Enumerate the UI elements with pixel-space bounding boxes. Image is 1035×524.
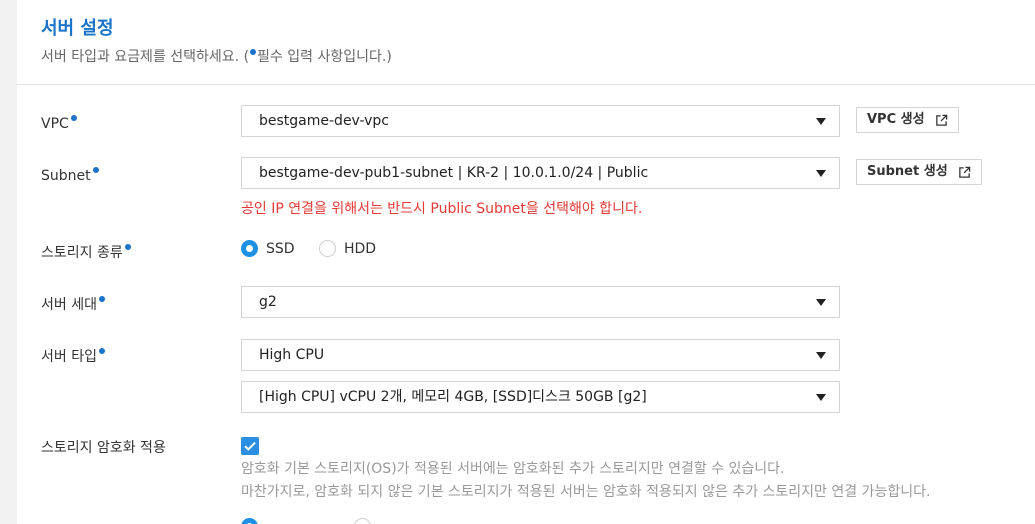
- external-link-icon: [935, 114, 947, 126]
- storage-type-hdd-option[interactable]: HDD: [319, 240, 376, 257]
- page-subtitle: 서버 타입과 요금제를 선택하세요. ( 필수 입력 사항입니다.): [41, 46, 392, 66]
- subnet-warning: 공인 IP 연결을 위해서는 반드시 Public Subnet을 선택해야 합…: [241, 201, 643, 217]
- storage-type-hdd-label: HDD: [344, 240, 377, 257]
- chevron-down-icon: [816, 299, 826, 306]
- checkmark-icon: [244, 441, 256, 451]
- server-type-select[interactable]: High CPU: [241, 339, 840, 371]
- chevron-down-icon: [816, 170, 826, 177]
- create-subnet-button-label: Subnet 생성: [867, 164, 948, 179]
- external-link-icon: [958, 166, 970, 178]
- subnet-label-text: Subnet: [41, 168, 91, 184]
- radio-unselected-icon[interactable]: [319, 240, 336, 257]
- required-dot-icon: [250, 49, 257, 55]
- radio-selected-icon[interactable]: [241, 240, 258, 257]
- section-header: 서버 설정 서버 타입과 요금제를 선택하세요. ( 필수 입력 사항입니다.): [17, 0, 1035, 85]
- server-generation-select[interactable]: g2: [241, 286, 840, 318]
- create-vpc-button-label: VPC 생성: [867, 112, 925, 127]
- subnet-label: Subnet: [41, 167, 100, 184]
- storage-type-label: 스토리지 종류: [41, 242, 132, 262]
- storage-type-ssd-label: SSD: [266, 240, 295, 257]
- vpc-select[interactable]: bestgame-dev-vpc: [241, 105, 840, 137]
- radio-selected-icon[interactable]: [241, 518, 258, 524]
- subtitle-required-text: 필수 입력 사항입니다.): [257, 49, 392, 65]
- encryption-help-line2: 마찬가지로, 암호화 되지 않은 기본 스토리지가 적용된 서버는 암호화 적용…: [241, 484, 931, 500]
- server-type-label-text: 서버 타입: [41, 349, 97, 365]
- server-type-label: 서버 타입: [41, 346, 106, 366]
- subnet-select-value: bestgame-dev-pub1-subnet | KR-2 | 10.0.1…: [259, 165, 649, 181]
- storage-encryption-checkbox[interactable]: [241, 437, 259, 455]
- radio-unselected-icon[interactable]: [354, 518, 371, 524]
- required-dot-icon: [98, 296, 105, 302]
- vpc-label: VPC: [41, 115, 78, 132]
- left-rail: [0, 0, 17, 524]
- subtitle-text: 서버 타입과 요금제를 선택하세요. (: [41, 49, 250, 65]
- chevron-down-icon: [816, 352, 826, 359]
- create-subnet-button[interactable]: Subnet 생성: [856, 159, 982, 185]
- required-dot-icon: [92, 167, 99, 173]
- vpc-select-value: bestgame-dev-vpc: [259, 113, 390, 129]
- required-dot-icon: [124, 244, 131, 250]
- page-title: 서버 설정: [41, 18, 114, 39]
- encryption-help-line1: 암호화 기본 스토리지(OS)가 적용된 서버에는 암호화된 추가 스토리지만 …: [241, 461, 785, 477]
- server-generation-label: 서버 세대: [41, 294, 106, 314]
- server-generation-label-text: 서버 세대: [41, 297, 97, 313]
- server-generation-value: g2: [259, 294, 277, 310]
- chevron-down-icon: [816, 394, 826, 401]
- storage-type-label-text: 스토리지 종류: [41, 245, 123, 261]
- server-spec-value: [High CPU] vCPU 2개, 메모리 4GB, [SSD]디스크 50…: [259, 389, 647, 405]
- vpc-label-text: VPC: [41, 116, 69, 132]
- subnet-select[interactable]: bestgame-dev-pub1-subnet | KR-2 | 10.0.1…: [241, 157, 840, 189]
- server-spec-select[interactable]: [High CPU] vCPU 2개, 메모리 4GB, [SSD]디스크 50…: [241, 381, 840, 413]
- required-dot-icon: [98, 348, 105, 354]
- storage-encryption-label: 스토리지 암호화 적용: [41, 440, 166, 456]
- required-dot-icon: [70, 115, 77, 121]
- create-vpc-button[interactable]: VPC 생성: [856, 107, 959, 133]
- storage-type-ssd-option[interactable]: SSD: [241, 240, 295, 257]
- chevron-down-icon: [816, 118, 826, 125]
- server-type-value: High CPU: [259, 347, 325, 363]
